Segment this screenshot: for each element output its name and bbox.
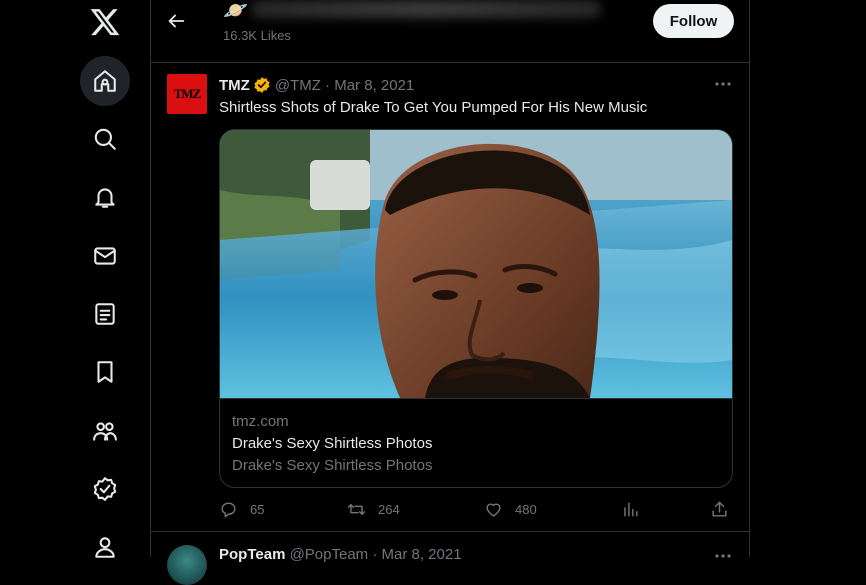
avatar[interactable] — [167, 545, 207, 585]
reply-icon — [221, 502, 236, 518]
heart-icon — [486, 503, 501, 517]
repost-count: 264 — [378, 502, 400, 517]
tweet-text: Shirtless Shots of Drake To Get You Pump… — [219, 99, 648, 116]
views-button[interactable] — [621, 500, 640, 519]
planet-emoji: 🪐 — [223, 0, 248, 22]
repost-button[interactable]: 264 — [347, 500, 400, 519]
top-bar: 🪐 16.3K Likes Follow — [151, 0, 749, 63]
card-image — [220, 130, 732, 398]
communities-icon[interactable] — [80, 406, 130, 456]
card-domain: tmz.com — [232, 413, 289, 430]
likes-count: 16.3K Likes — [223, 28, 291, 43]
share-button[interactable] — [710, 500, 729, 519]
author-name[interactable]: PopTeam — [219, 546, 285, 563]
author-name[interactable]: TMZ — [219, 77, 250, 94]
tweet-header: PopTeam @PopTeam · Mar 8, 2021 — [219, 546, 462, 563]
author-handle-date[interactable]: @TMZ · Mar 8, 2021 — [275, 77, 414, 94]
notifications-icon[interactable] — [80, 172, 130, 222]
repost-icon — [347, 504, 366, 515]
like-count: 480 — [515, 502, 537, 517]
follow-button[interactable]: Follow — [653, 4, 734, 38]
sidebar-nav — [0, 0, 150, 558]
share-icon — [712, 501, 727, 517]
like-button[interactable]: 480 — [484, 500, 537, 519]
tweet-divider — [151, 531, 749, 532]
reply-button[interactable]: 65 — [219, 500, 264, 519]
timeline-column: 🪐 16.3K Likes Follow TMZ TMZ @TMZ · Mar … — [150, 0, 750, 585]
verified-badge-icon — [254, 77, 270, 93]
card-title: Drake's Sexy Shirtless Photos — [232, 435, 433, 452]
lists-icon[interactable] — [80, 289, 130, 339]
profile-icon[interactable] — [80, 522, 130, 572]
home-icon[interactable] — [80, 56, 130, 106]
more-options-icon[interactable] — [713, 76, 733, 92]
back-arrow-icon[interactable] — [165, 10, 187, 32]
search-icon[interactable] — [80, 114, 130, 164]
bookmarks-icon[interactable] — [80, 347, 130, 397]
card-info: tmz.com Drake's Sexy Shirtless Photos Dr… — [220, 398, 732, 487]
reply-count: 65 — [250, 502, 265, 517]
avatar[interactable]: TMZ — [167, 74, 207, 114]
card-description: Drake's Sexy Shirtless Photos — [232, 457, 433, 474]
verified-icon[interactable] — [80, 464, 130, 514]
blurred-text — [251, 0, 601, 18]
link-card[interactable]: tmz.com Drake's Sexy Shirtless Photos Dr… — [219, 129, 733, 488]
tweet-actions: 65 264 480 — [219, 500, 731, 522]
analytics-icon — [624, 502, 638, 517]
author-handle-date[interactable]: @PopTeam · Mar 8, 2021 — [290, 546, 462, 563]
more-options-icon[interactable] — [713, 548, 733, 564]
messages-icon[interactable] — [80, 231, 130, 281]
tweet-header: TMZ @TMZ · Mar 8, 2021 — [219, 76, 414, 94]
x-logo-icon[interactable] — [88, 6, 122, 38]
